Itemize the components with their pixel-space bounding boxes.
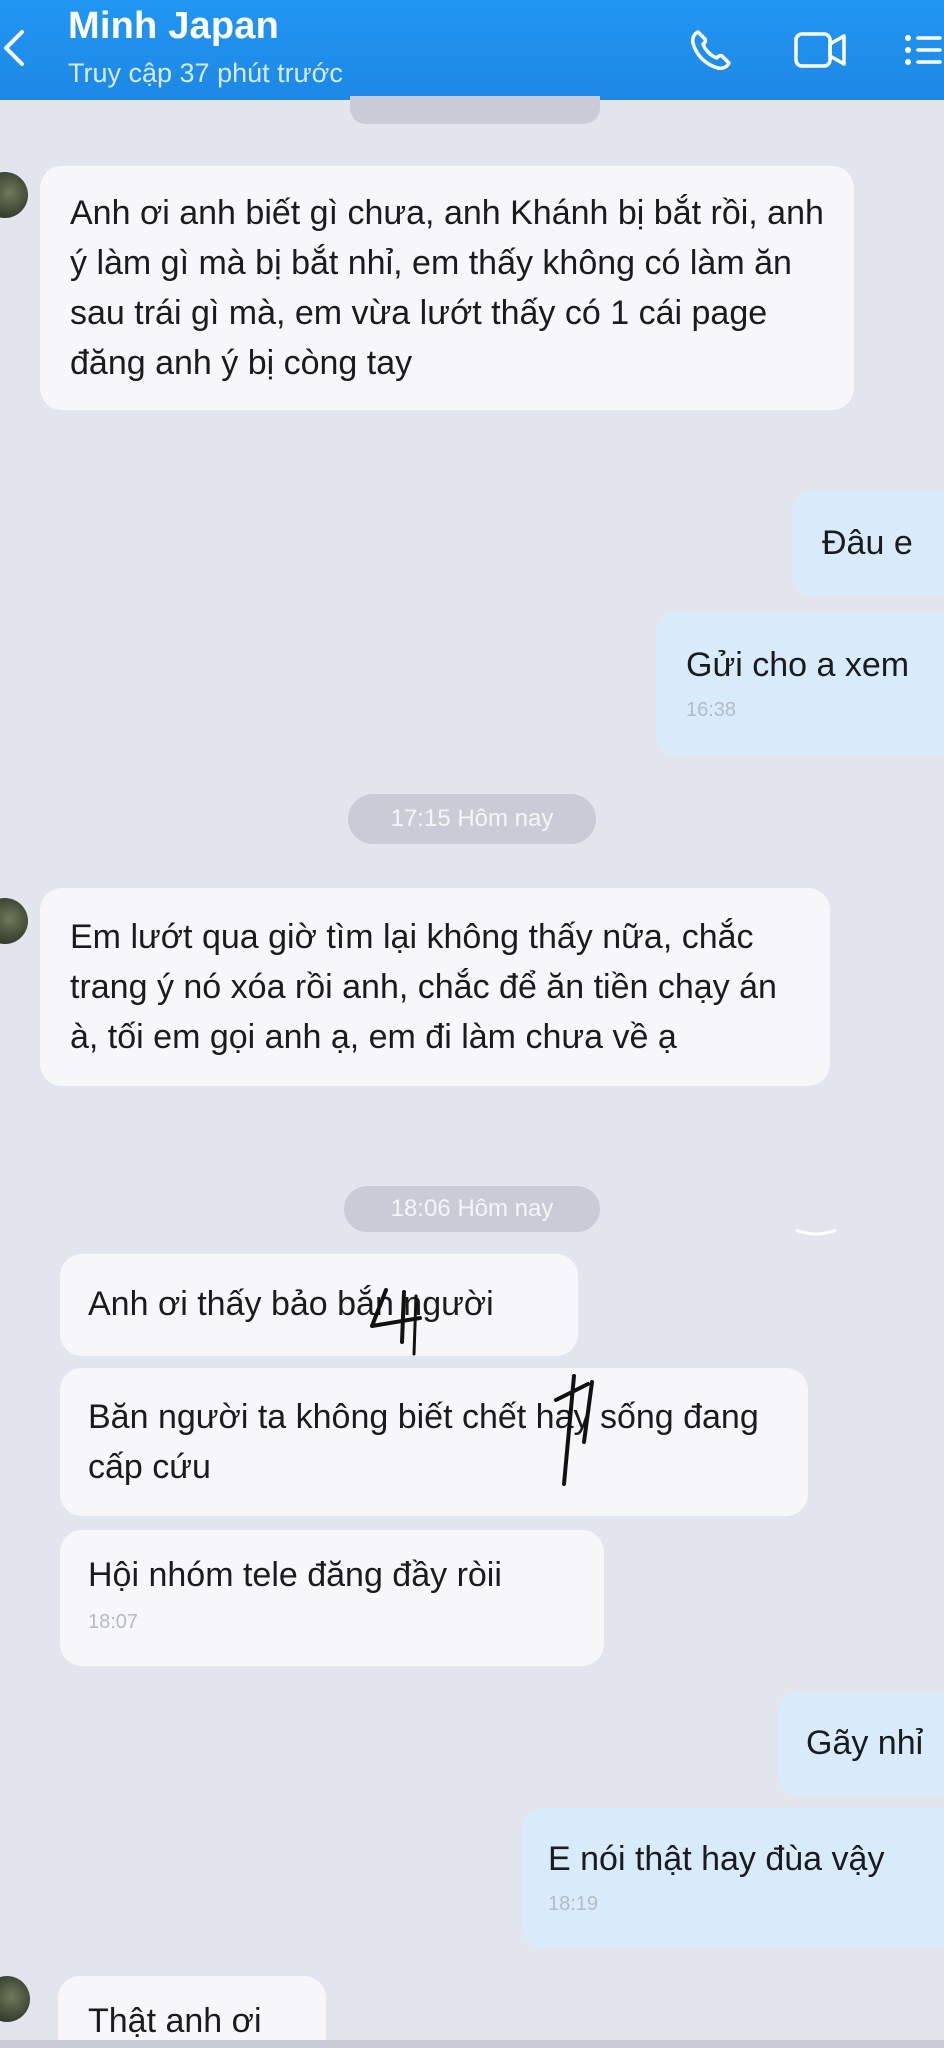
chat-header: Minh Japan Truy cập 37 phút trước xyxy=(0,0,944,100)
message-bubble-outgoing[interactable]: Gãy nhỉ xyxy=(778,1692,944,1796)
message-text: Đâu e xyxy=(822,524,913,562)
message-text: Hội nhóm tele đăng đầy ròii xyxy=(88,1556,502,1594)
avatar[interactable] xyxy=(0,898,28,944)
message-text: Anh ơi anh biết gì chưa, anh Khánh bị bắ… xyxy=(70,194,824,382)
message-bubble-incoming[interactable]: Anh ơi anh biết gì chưa, anh Khánh bị bắ… xyxy=(40,166,854,410)
message-text: E nói thật hay đùa vậy xyxy=(548,1840,885,1878)
message-bubble-incoming[interactable]: Băn người ta không biết chết hay sống đa… xyxy=(60,1368,808,1516)
bottom-edge xyxy=(0,2040,944,2048)
time-pill: 17:15 Hôm nay xyxy=(348,794,596,844)
message-time: 16:38 xyxy=(686,699,737,721)
message-bubble-outgoing[interactable]: E nói thật hay đùa vậy 18:19 xyxy=(522,1808,944,1948)
message-text: Anh ơi thấy bảo bắn người xyxy=(88,1285,494,1323)
message-text: Thật anh ơi xyxy=(88,2002,262,2040)
redaction-scribble xyxy=(554,1374,594,1486)
time-pill-hidden xyxy=(350,96,600,124)
message-time: 18:19 xyxy=(548,1893,599,1915)
avatar[interactable] xyxy=(0,172,28,218)
message-text: Băn người ta không biết chết hay sống đa… xyxy=(88,1398,759,1486)
time-pill: 18:06 Hôm nay xyxy=(344,1186,600,1232)
back-icon[interactable] xyxy=(0,26,28,70)
message-time: 18:07 xyxy=(88,1611,139,1633)
message-text: Gãy nhỉ xyxy=(806,1724,924,1762)
menu-icon[interactable] xyxy=(900,22,944,78)
phone-icon[interactable] xyxy=(682,22,742,78)
message-bubble-outgoing[interactable]: Đâu e xyxy=(792,490,944,596)
avatar[interactable] xyxy=(0,1976,30,2022)
message-bubble-incoming[interactable]: Em lướt qua giờ tìm lại không thấy nữa, … xyxy=(40,888,830,1086)
redaction-scribble xyxy=(370,1288,422,1356)
message-text: Gửi cho a xem xyxy=(686,646,910,684)
video-call-icon[interactable] xyxy=(790,22,850,78)
message-bubble-outgoing[interactable]: Gửi cho a xem 16:38 xyxy=(656,612,944,756)
message-bubble-incoming[interactable]: Thật anh ơi xyxy=(58,1976,326,2048)
last-seen-status: Truy cập 37 phút trước xyxy=(68,58,343,88)
message-text: Em lướt qua giờ tìm lại không thấy nữa, … xyxy=(70,918,777,1056)
message-bubble-incoming[interactable]: Hội nhóm tele đăng đầy ròii 18:07 xyxy=(60,1530,604,1666)
contact-name[interactable]: Minh Japan xyxy=(68,2,279,50)
message-bubble-incoming[interactable]: Anh ơi thấy bảo bắn người xyxy=(60,1254,578,1356)
divider-mark xyxy=(795,1228,837,1236)
